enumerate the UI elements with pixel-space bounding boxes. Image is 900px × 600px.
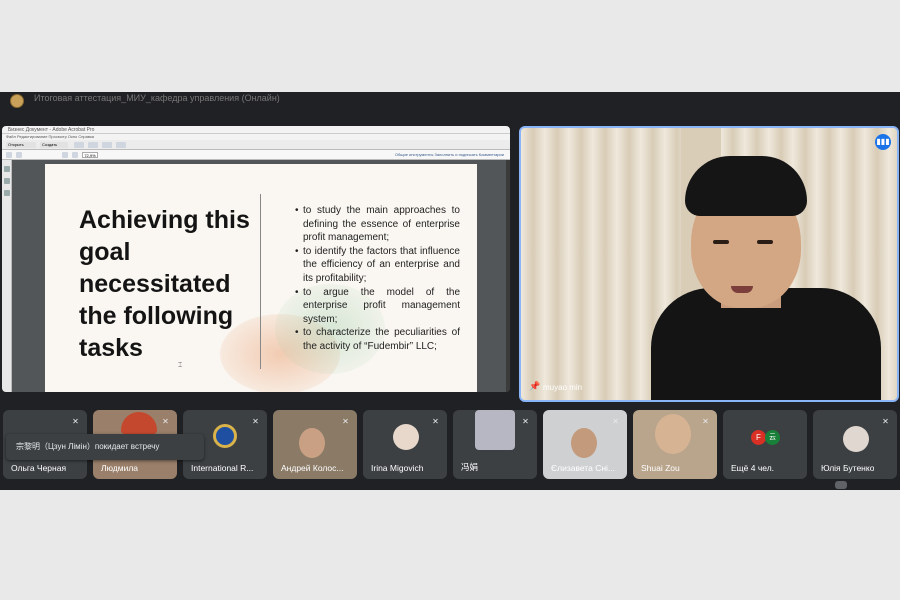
zoom-field[interactable]: 72,9% [82, 152, 98, 158]
participant-video [121, 412, 157, 434]
save-icon[interactable] [74, 142, 84, 148]
pages-icon[interactable] [4, 166, 10, 172]
acrobat-nav-toolbar: 72,9% Общие инструменты Заполнить и подп… [2, 150, 510, 160]
leave-notification: 宗黎明（Цзун Лімін）покидает встречу [6, 434, 204, 460]
participant-tile[interactable]: ✕ Юлія Бутенко [813, 410, 897, 479]
participant-name: International R... [191, 463, 254, 473]
participant-avatar: 云 [765, 430, 780, 445]
meet-stage: Итоговая аттестация_МИУ_кафедра управлен… [0, 92, 900, 490]
mic-off-icon: ✕ [882, 417, 889, 426]
participant-name: 冯娟 [461, 462, 479, 472]
mic-off-icon: ✕ [432, 417, 439, 426]
email-icon[interactable] [102, 142, 112, 148]
meeting-header: Итоговая аттестация_МИУ_кафедра управлен… [0, 92, 900, 108]
comment-icon[interactable] [116, 142, 126, 148]
participant-name: Юлія Бутенко [821, 463, 875, 473]
screen-share-tile[interactable]: Бизнес Документ - Adobe Acrobat Pro Файл… [2, 126, 510, 392]
participant-name: Shuai Zou [641, 463, 680, 473]
filmstrip-scroll-handle[interactable] [835, 481, 847, 489]
participant-video [655, 414, 691, 454]
participant-avatar [393, 424, 419, 450]
task-item: to argue the model of the enterprise pro… [295, 286, 460, 327]
acrobat-toolbar: Открыть Создать [2, 140, 510, 150]
participant-tile[interactable]: ✕ Андрей Колос... [273, 410, 357, 479]
more-participants-tile[interactable]: F 云 Ещё 4 чел. [723, 410, 807, 479]
mic-off-icon: ✕ [72, 417, 79, 426]
participant-name: Ещё 4 чел. [731, 463, 775, 473]
participant-filmstrip: 宗黎明（Цзун Лімін）покидает встречу ✕ Ольга … [0, 410, 900, 489]
speaker-eye [713, 240, 729, 244]
participant-avatar: F [751, 430, 766, 445]
back-icon[interactable] [6, 152, 12, 158]
acrobat-window-title: Бизнес Документ - Adobe Acrobat Pro [2, 126, 510, 134]
organization-logo [213, 424, 237, 448]
open-button[interactable]: Открыть [6, 142, 36, 148]
forward-icon[interactable] [16, 152, 22, 158]
zoom-out-icon[interactable] [62, 152, 68, 158]
document-scrollbar[interactable] [506, 160, 510, 392]
presentation-slide: Achieving this goal necessitated the fol… [45, 164, 477, 392]
mic-off-icon: ✕ [702, 417, 709, 426]
mic-off-icon: ✕ [162, 417, 169, 426]
participant-tile[interactable]: ✕ Shuai Zou [633, 410, 717, 479]
participant-name: Андрей Колос... [281, 463, 344, 473]
create-button[interactable]: Создать [40, 142, 68, 148]
participant-tile[interactable]: ✕ Irina Migovich [363, 410, 447, 479]
participant-name: Людмила [101, 463, 139, 473]
mic-off-icon: ✕ [342, 417, 349, 426]
meeting-title: Итоговая аттестация_МИУ_кафедра управлен… [34, 93, 280, 103]
bookmark-icon[interactable] [4, 178, 10, 184]
participant-name: Ольга Черная [11, 463, 67, 473]
print-icon[interactable] [88, 142, 98, 148]
participant-video [571, 428, 597, 458]
task-item: to study the main approaches to defining… [295, 204, 460, 245]
slide-divider [260, 194, 261, 369]
slide-heading: Achieving this goal necessitated the fol… [79, 206, 250, 362]
mic-off-icon: ✕ [612, 417, 619, 426]
participant-tile[interactable]: ✕ 冯娟 [453, 410, 537, 479]
participant-name: Єлизавета Сні... [551, 463, 615, 473]
task-item: to identify the factors that influence t… [295, 245, 460, 286]
participant-tile[interactable]: ✕ Єлизавета Сні... [543, 410, 627, 479]
cursor-icon: ⌶ [178, 362, 183, 369]
participant-video [475, 410, 515, 450]
host-avatar [10, 94, 24, 108]
task-item: to characterize the peculiarities of the… [295, 326, 460, 353]
speaker-eye [757, 240, 773, 244]
participant-avatar [843, 426, 869, 452]
active-speaker-tile[interactable]: ▮▮▮ 📌 muyao min [519, 126, 899, 402]
task-list: to study the main approaches to defining… [295, 204, 460, 354]
zoom-in-icon[interactable] [72, 152, 78, 158]
speaker-hair [685, 156, 807, 216]
mic-off-icon: ✕ [252, 417, 259, 426]
document-area: Achieving this goal necessitated the fol… [2, 160, 510, 392]
audio-level-icon: ▮▮▮ [875, 134, 891, 150]
participant-name: Irina Migovich [371, 463, 424, 473]
speaker-mouth [731, 286, 753, 293]
acrobat-tool-links[interactable]: Общие инструменты Заполнить и подписать … [395, 152, 504, 157]
attachment-icon[interactable] [4, 190, 10, 196]
participant-video [299, 428, 325, 458]
pin-icon[interactable]: 📌 [529, 381, 540, 392]
mic-off-icon: ✕ [522, 417, 529, 426]
speaker-name: muyao min [543, 383, 583, 392]
navigation-panel [2, 160, 12, 392]
